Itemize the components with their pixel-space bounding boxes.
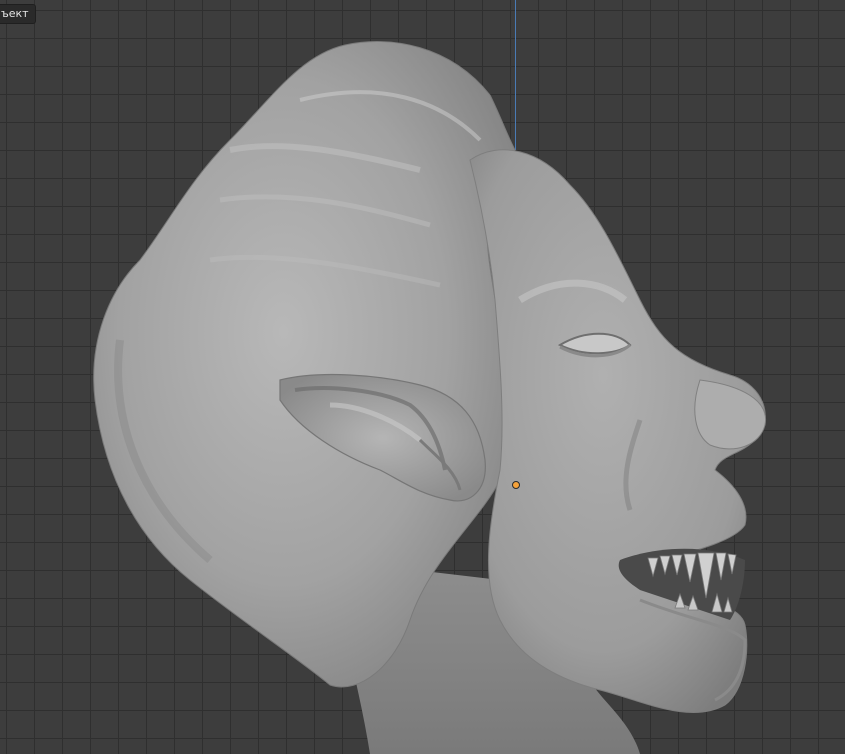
sculpted-head-mesh[interactable] (0, 0, 845, 754)
object-origin-icon[interactable] (512, 481, 520, 489)
3d-viewport[interactable]: ъект (0, 0, 845, 754)
object-mode-label[interactable]: ъект (0, 4, 36, 24)
